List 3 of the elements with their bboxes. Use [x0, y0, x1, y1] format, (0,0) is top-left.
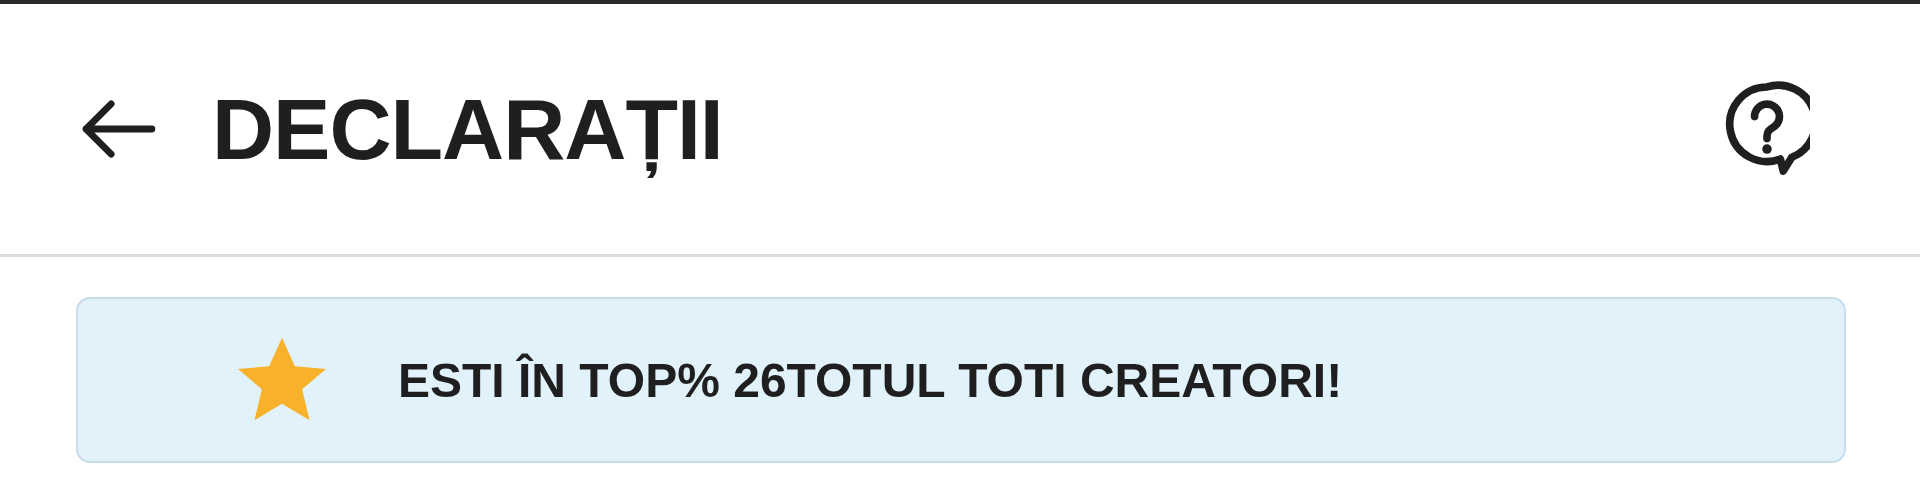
page-title: DECLARAȚII — [212, 79, 724, 179]
banner-text: ESTI ÎN TOP% 26TOTUL TOTI CREATORI! — [398, 352, 1343, 408]
help-icon[interactable] — [1724, 81, 1810, 177]
